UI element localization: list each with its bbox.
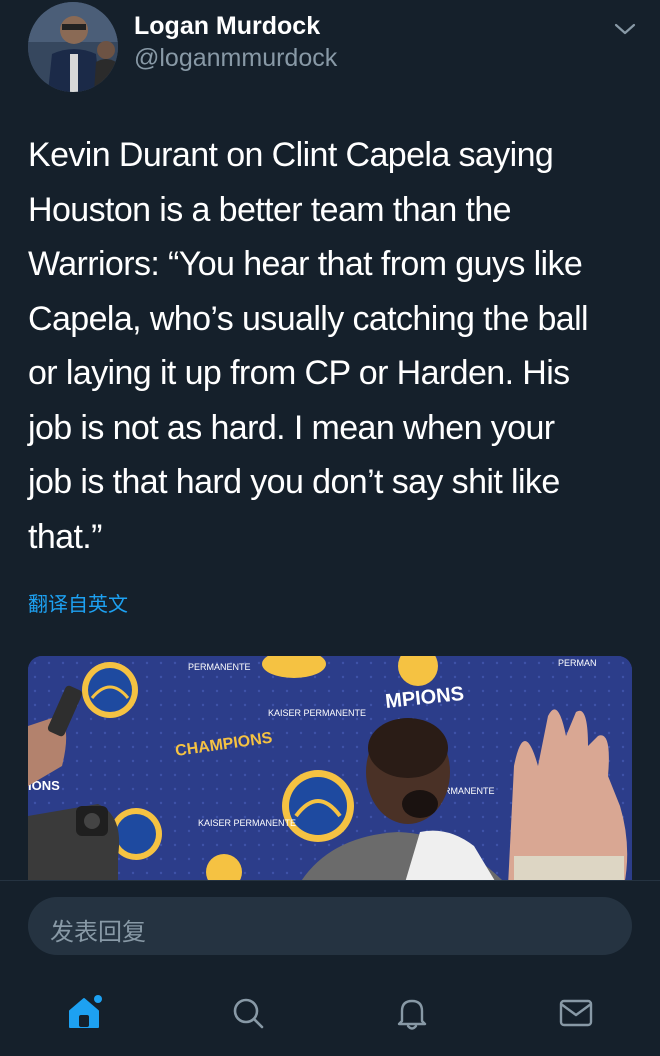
bottom-panel: 发表回复 — [0, 880, 660, 1056]
messages-icon[interactable] — [554, 991, 598, 1035]
svg-text:PERMANENTE: PERMANENTE — [188, 662, 251, 672]
translate-tweet-link[interactable]: 翻译自英文 — [28, 588, 128, 617]
svg-text:PERMAN: PERMAN — [558, 658, 597, 668]
tweet-text: Kevin Durant on Clint Capela saying Hous… — [28, 136, 589, 556]
tweet-header: Logan Murdock @loganmmurdock — [0, 0, 660, 110]
search-icon[interactable] — [226, 991, 270, 1035]
reply-input[interactable]: 发表回复 — [28, 897, 632, 955]
reply-placeholder: 发表回复 — [50, 919, 146, 946]
notifications-icon[interactable] — [390, 991, 434, 1035]
svg-text:KAISER PERMANENTE: KAISER PERMANENTE — [198, 818, 296, 828]
tweet-media-video[interactable]: CHAMPIONS MPIONS IONS KAISER PERMANENTE … — [28, 656, 632, 886]
tab-bar — [0, 981, 660, 1056]
chevron-down-icon[interactable] — [610, 14, 640, 44]
user-handle[interactable]: @loganmmurdock — [134, 44, 337, 73]
svg-text:KAISER PERMANENTE: KAISER PERMANENTE — [268, 708, 366, 718]
home-icon[interactable] — [62, 991, 106, 1035]
avatar[interactable] — [28, 2, 118, 92]
display-name[interactable]: Logan Murdock — [134, 12, 320, 41]
